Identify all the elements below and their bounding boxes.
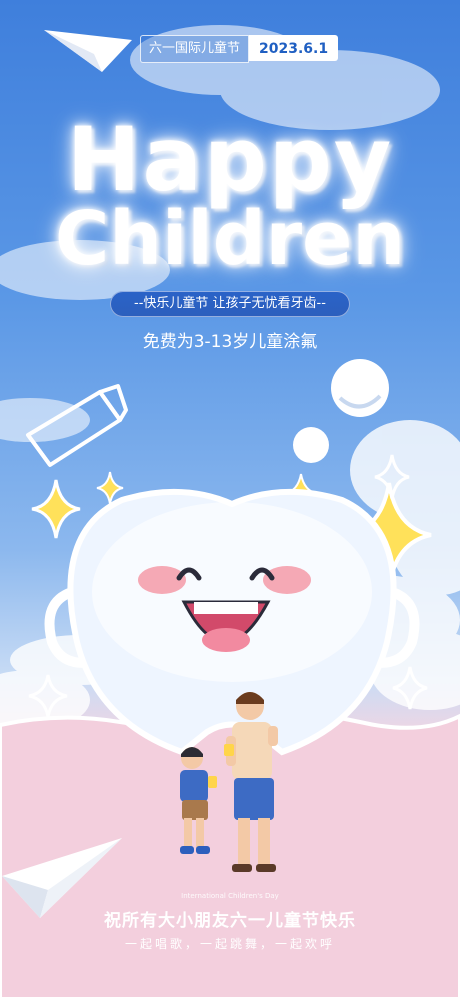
toothpaste-icon: [26, 384, 128, 467]
english-caption: International Children's Day: [181, 892, 279, 900]
slogan-text: 一起唱歌，一起跳舞，一起欢呼: [124, 937, 335, 951]
paper-plane-top-icon: [44, 30, 132, 72]
offer-text: 免费为3-13岁儿童涂氟: [142, 332, 318, 352]
bubble-large-icon: [331, 359, 389, 417]
event-badge: 六一国际儿童节: [140, 35, 250, 63]
tagline-pill: --快乐儿童节 让孩子无忧看牙齿--: [110, 291, 350, 317]
headline-children: Children: [54, 196, 406, 282]
poster: 六一国际儿童节 2023.6.1 Happy Children --快乐儿童节 …: [0, 0, 460, 999]
greeting-text: 祝所有大小朋友六一儿童节快乐: [104, 911, 356, 931]
bubble-small-icon: [293, 427, 329, 463]
date-badge: 2023.6.1: [249, 35, 339, 61]
parent-child-illustration: [180, 692, 278, 872]
